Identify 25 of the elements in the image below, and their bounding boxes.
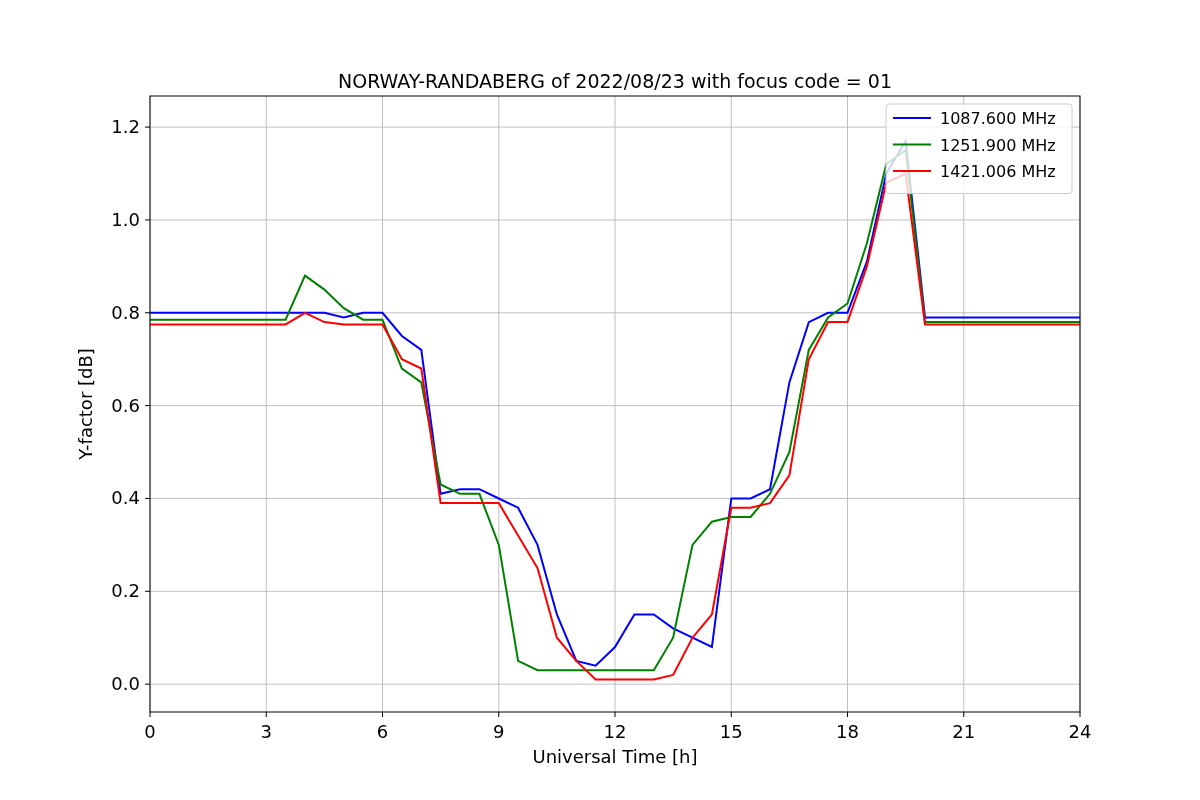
x-tick-label: 15 (719, 721, 743, 742)
x-tick-label: 6 (376, 721, 389, 742)
legend-label: 1087.600 MHz (940, 109, 1056, 128)
x-tick-label: 18 (836, 721, 859, 742)
x-tick-label: 9 (493, 721, 505, 742)
x-axis-label: Universal Time [h] (532, 746, 698, 767)
legend-line-icon (892, 117, 932, 119)
x-tick-label: 12 (603, 721, 627, 742)
y-tick-label: 0.0 (111, 673, 140, 695)
legend-label: 1251.900 MHz (940, 135, 1056, 155)
y-tick-label: 0.2 (111, 580, 140, 602)
y-tick-label: 0.4 (111, 487, 140, 509)
y-tick-label: 0.6 (111, 394, 140, 416)
legend-line-icon (892, 143, 932, 146)
x-tick-label: 0 (144, 721, 156, 742)
x-tick-label: 24 (1068, 721, 1092, 742)
x-tick-label: 21 (952, 721, 976, 742)
legend-line-icon (892, 170, 932, 172)
chart-title: NORWAY-RANDABERG of 2022/08/23 with focus code = 01 (338, 70, 892, 92)
legend-label: 1421.006 MHz (940, 162, 1056, 181)
x-tick-label: 3 (260, 721, 272, 742)
y-tick-label: 0.8 (111, 301, 140, 323)
y-tick-label: 1.2 (111, 116, 140, 138)
y-axis-label: Y-factor [dB] (75, 348, 96, 460)
y-tick-label: 1.0 (111, 208, 140, 230)
